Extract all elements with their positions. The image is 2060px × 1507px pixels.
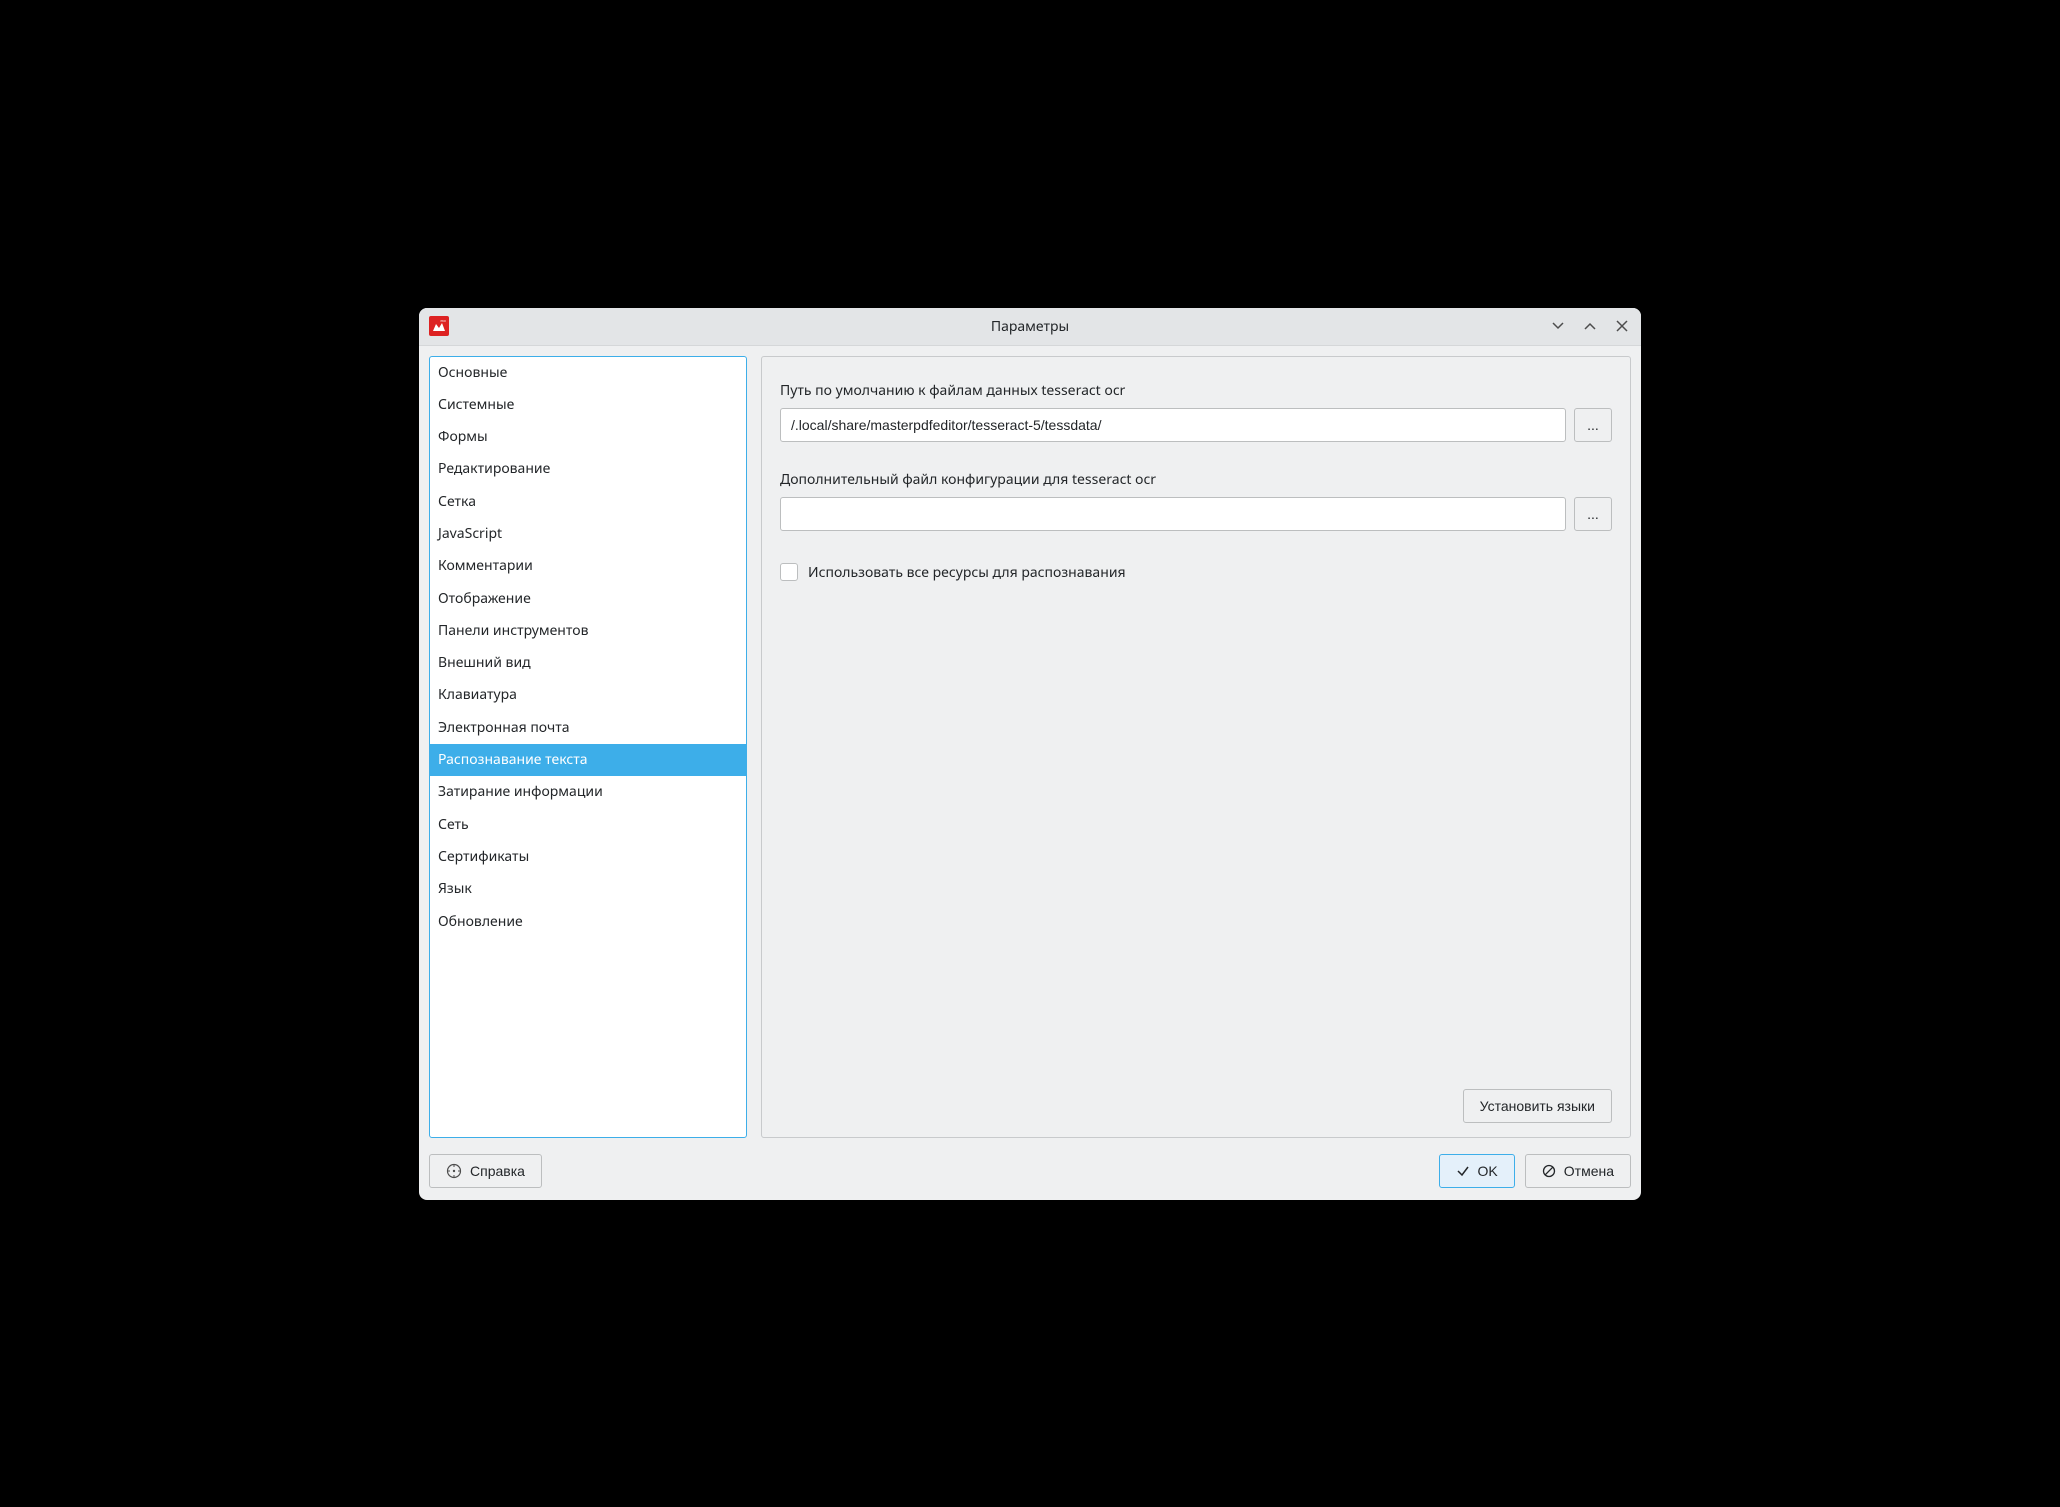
tessdata-path-input[interactable]: [780, 408, 1566, 442]
sidebar-item[interactable]: Обновление: [430, 906, 746, 938]
minimize-button[interactable]: [1549, 317, 1567, 335]
sidebar-item[interactable]: Отображение: [430, 583, 746, 615]
dialog-window: PDF Параметры ОсновныеСистемныеФормыРеда…: [419, 308, 1641, 1200]
sidebar-item[interactable]: Затирание информации: [430, 776, 746, 808]
category-sidebar: ОсновныеСистемныеФормыРедактированиеСетк…: [429, 356, 747, 1138]
use-all-resources-checkbox[interactable]: [780, 563, 798, 581]
help-label: Справка: [470, 1163, 525, 1179]
ok-button[interactable]: OK: [1439, 1154, 1515, 1188]
titlebar: PDF Параметры: [419, 308, 1641, 346]
config-file-label: Дополнительный файл конфигурации для tes…: [780, 470, 1612, 489]
sidebar-item[interactable]: Комментарии: [430, 550, 746, 582]
dialog-footer: Справка OK Отмена: [419, 1148, 1641, 1200]
sidebar-item[interactable]: Сертификаты: [430, 841, 746, 873]
dialog-body: ОсновныеСистемныеФормыРедактированиеСетк…: [419, 346, 1641, 1148]
cancel-label: Отмена: [1564, 1163, 1614, 1179]
cancel-button[interactable]: Отмена: [1525, 1154, 1631, 1188]
sidebar-item[interactable]: Системные: [430, 389, 746, 421]
sidebar-item[interactable]: Редактирование: [430, 453, 746, 485]
use-all-resources-row: Использовать все ресурсы для распознаван…: [780, 563, 1612, 582]
app-icon: PDF: [429, 316, 449, 336]
sidebar-item[interactable]: Сеть: [430, 809, 746, 841]
use-all-resources-label: Использовать все ресурсы для распознаван…: [808, 563, 1126, 582]
cancel-icon: [1542, 1164, 1556, 1178]
help-button[interactable]: Справка: [429, 1154, 542, 1188]
sidebar-item[interactable]: Основные: [430, 357, 746, 389]
content-panel: Путь по умолчанию к файлам данных tesser…: [761, 356, 1631, 1138]
config-browse-button[interactable]: ...: [1574, 497, 1612, 531]
config-file-row: ...: [780, 497, 1612, 531]
close-button[interactable]: [1613, 317, 1631, 335]
content-spacer: [780, 590, 1612, 1081]
sidebar-item[interactable]: Клавиатура: [430, 679, 746, 711]
svg-text:PDF: PDF: [440, 319, 446, 323]
config-file-input[interactable]: [780, 497, 1566, 531]
sidebar-item[interactable]: Внешний вид: [430, 647, 746, 679]
window-controls: [1549, 317, 1631, 335]
sidebar-item[interactable]: Электронная почта: [430, 712, 746, 744]
tessdata-browse-button[interactable]: ...: [1574, 408, 1612, 442]
install-languages-button[interactable]: Установить языки: [1463, 1089, 1612, 1123]
maximize-button[interactable]: [1581, 317, 1599, 335]
tessdata-path-row: ...: [780, 408, 1612, 442]
sidebar-item[interactable]: Сетка: [430, 486, 746, 518]
content-footer: Установить языки: [780, 1089, 1612, 1123]
help-icon: [446, 1163, 462, 1179]
sidebar-item[interactable]: JavaScript: [430, 518, 746, 550]
tessdata-path-label: Путь по умолчанию к файлам данных tesser…: [780, 381, 1612, 400]
check-icon: [1456, 1164, 1470, 1178]
window-title: Параметры: [419, 317, 1641, 336]
ok-label: OK: [1478, 1163, 1498, 1179]
install-languages-label: Установить языки: [1480, 1098, 1595, 1114]
sidebar-item[interactable]: Язык: [430, 873, 746, 905]
sidebar-item[interactable]: Панели инструментов: [430, 615, 746, 647]
sidebar-item[interactable]: Формы: [430, 421, 746, 453]
sidebar-item[interactable]: Распознавание текста: [430, 744, 746, 776]
